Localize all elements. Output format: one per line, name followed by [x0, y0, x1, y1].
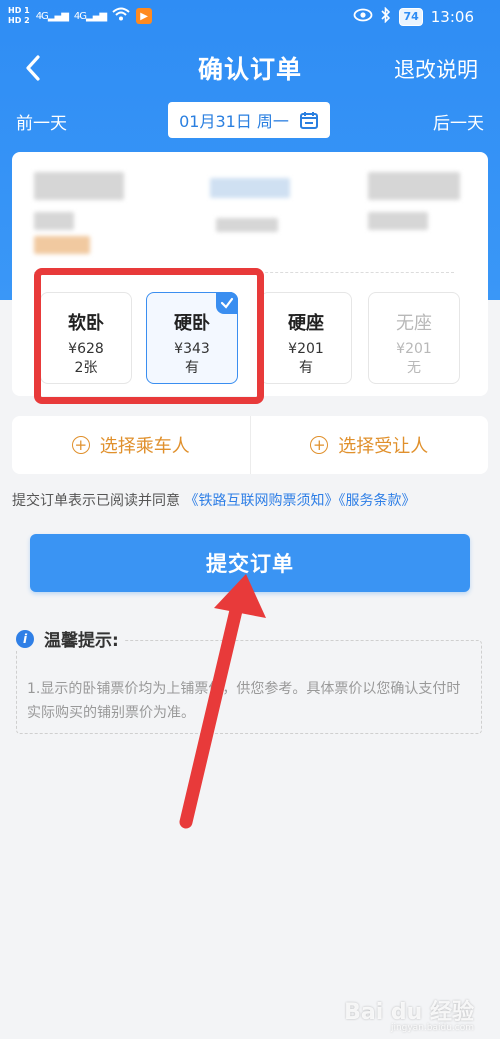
info-icon: i	[16, 629, 34, 648]
seat-name: 无座	[396, 313, 432, 334]
wifi-icon	[112, 7, 130, 25]
plus-circle-icon: +	[71, 436, 90, 454]
date-bar: 前一天 01月31日 周一 后一天	[0, 100, 500, 140]
tip-title: 温馨提示:	[44, 631, 119, 651]
signal-icon: 4G▂▄▆	[35, 10, 69, 22]
prev-day-button[interactable]: 前一天	[16, 109, 67, 134]
submit-order-button[interactable]: 提交订单	[30, 534, 470, 592]
blurred-departure-time	[34, 172, 124, 200]
hd2-label: HD 2	[8, 16, 30, 25]
battery-icon: 74	[399, 8, 423, 26]
select-beneficiary-button[interactable]: + 选择受让人	[251, 416, 489, 474]
calendar-icon	[299, 112, 318, 129]
blurred-arrival-station	[368, 212, 428, 230]
next-day-button[interactable]: 后一天	[433, 109, 484, 134]
blurred-tag	[34, 236, 90, 254]
selected-date: 01月31日 周一	[179, 112, 289, 131]
hd-indicator: HD 1 HD 2	[8, 6, 30, 26]
status-bar: HD 1 HD 2 4G▂▄▆ 4G▂▄▆ ▶ 74 13:06	[0, 0, 500, 36]
seat-price: ¥201	[288, 341, 324, 357]
select-passenger-label: 选择乘车人	[99, 436, 190, 457]
date-picker[interactable]: 01月31日 周一	[168, 102, 330, 138]
ticket-rules-link[interactable]: 《铁路互联网购票须知》	[184, 493, 338, 509]
tip-body: 1.显示的卧铺票价均为上铺票价，供您参考。具体票价以您确认支付时实际购买的铺别票…	[27, 681, 461, 721]
seat-name: 硬座	[288, 313, 324, 334]
agreement-prefix: 提交订单表示已阅读并同意	[12, 493, 180, 509]
tip-header: i 温馨提示:	[16, 626, 125, 651]
seat-option-no-seat[interactable]: 无座 ¥201 无	[368, 292, 460, 384]
eye-icon	[353, 8, 373, 26]
plus-circle-icon: +	[310, 436, 329, 454]
seat-option-hard-seat[interactable]: 硬座 ¥201 有	[260, 292, 352, 384]
seat-price: ¥201	[396, 341, 432, 357]
blurred-train-number	[210, 178, 290, 198]
navigation-bar: 确认订单 退改说明	[0, 46, 500, 90]
passenger-selection-card: + 选择乘车人 + 选择受让人	[12, 416, 488, 474]
baidu-watermark: Bai du 经验 jingyan.baidu.com	[344, 994, 474, 1033]
terms-of-service-link[interactable]: 《服务条款》	[338, 493, 415, 509]
seat-availability: 无	[407, 360, 421, 376]
blurred-departure-station	[34, 212, 74, 230]
select-passenger-button[interactable]: + 选择乘车人	[12, 416, 250, 474]
blurred-duration	[216, 218, 278, 232]
clock-time: 13:06	[430, 8, 474, 26]
highlight-annotation-box	[34, 268, 264, 404]
blurred-arrival-time	[368, 172, 460, 200]
seat-availability: 有	[299, 360, 313, 376]
video-app-icon: ▶	[136, 8, 153, 24]
watermark-main: Bai du 经验	[344, 1000, 474, 1025]
tip-box: 1.显示的卧铺票价均为上铺票价，供您参考。具体票价以您确认支付时实际购买的铺别票…	[16, 640, 482, 734]
hd1-label: HD 1	[8, 6, 30, 15]
bluetooth-icon	[381, 6, 391, 27]
refund-policy-link[interactable]: 退改说明	[394, 54, 478, 84]
signal-icon-2: 4G▂▄▆	[73, 10, 107, 22]
agreement-text: 提交订单表示已阅读并同意 《铁路互联网购票须知》《服务条款》	[12, 490, 415, 510]
select-beneficiary-label: 选择受让人	[338, 436, 429, 457]
